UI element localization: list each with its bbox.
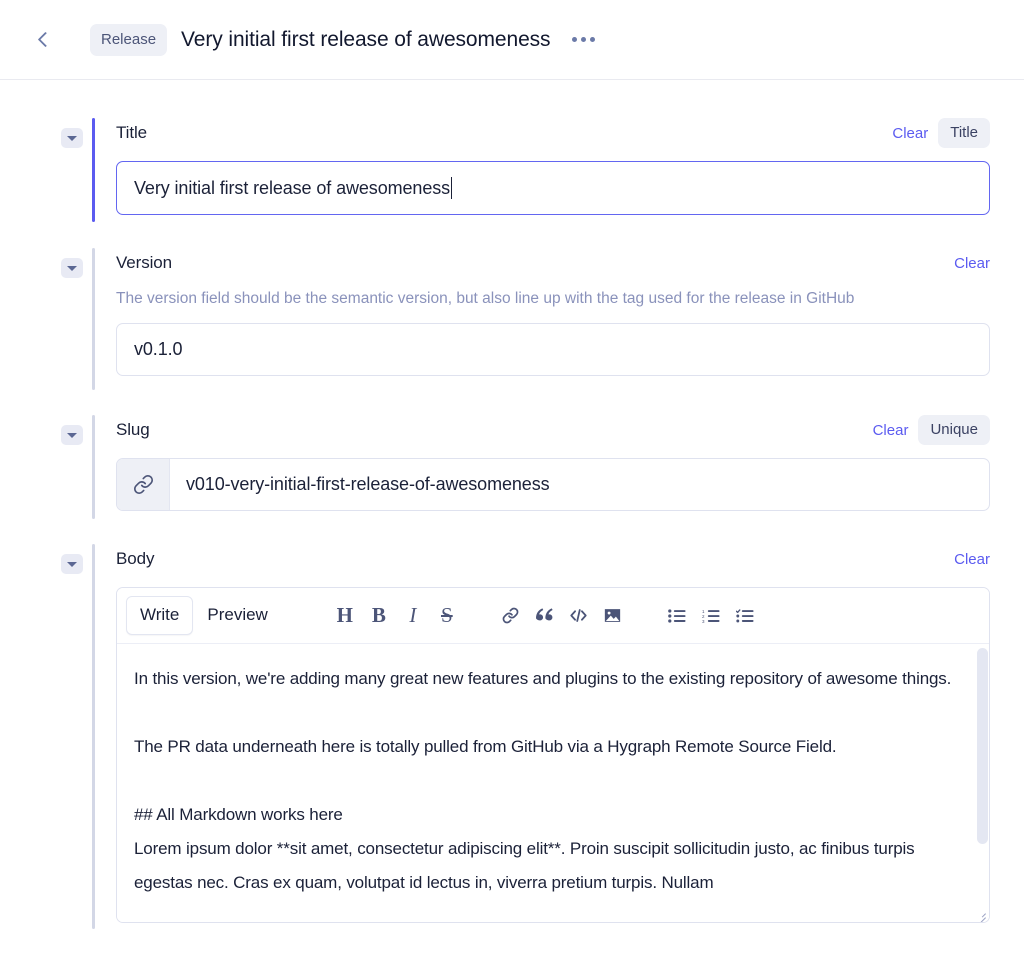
chevron-left-icon (37, 31, 53, 48)
bold-icon[interactable]: B (362, 599, 396, 633)
field-label-title: Title (116, 123, 147, 142)
field-slug: Slug Clear Unique v010-very-initial-firs… (0, 415, 1024, 519)
clear-body-link[interactable]: Clear (954, 551, 990, 568)
markdown-textarea-value: In this version, we're adding many great… (134, 669, 952, 892)
field-label-slug: Slug (116, 420, 150, 439)
slug-input-value: v010-very-initial-first-release-of-aweso… (186, 474, 550, 494)
checklist-icon[interactable] (728, 599, 762, 633)
text-caret (451, 177, 453, 199)
top-bar: Release Very initial first release of aw… (0, 0, 1024, 80)
code-icon[interactable] (562, 599, 596, 633)
caret-down-icon (67, 561, 77, 567)
collapse-toggle-title[interactable] (61, 128, 83, 148)
clear-version-link[interactable]: Clear (954, 255, 990, 272)
field-body: Body Clear Write Preview H B I S 1 2 3 I… (0, 544, 1024, 929)
caret-down-icon (67, 135, 77, 141)
title-input[interactable]: Very initial first release of awesomenes… (116, 161, 990, 215)
field-tag-title[interactable]: Title (938, 118, 990, 148)
italic-icon[interactable]: I (396, 599, 430, 633)
field-label-version: Version (116, 253, 173, 272)
link-icon[interactable] (494, 599, 528, 633)
numbered-list-icon[interactable]: 1 2 3 (694, 599, 728, 633)
clear-slug-link[interactable]: Clear (873, 422, 909, 439)
heading-icon[interactable]: H (328, 599, 362, 633)
back-button[interactable] (26, 23, 60, 57)
collapse-toggle-body[interactable] (61, 554, 83, 574)
image-icon[interactable] (596, 599, 630, 633)
ellipsis-icon-dot (572, 37, 578, 42)
markdown-scrollbar-thumb[interactable] (977, 648, 988, 844)
slug-input[interactable]: v010-very-initial-first-release-of-aweso… (116, 458, 990, 511)
version-input-value: v0.1.0 (134, 339, 183, 360)
markdown-scrollbar[interactable] (976, 644, 989, 922)
collapse-toggle-version[interactable] (61, 258, 83, 278)
svg-text:3: 3 (702, 618, 705, 622)
quote-icon[interactable] (528, 599, 562, 633)
tab-write[interactable]: Write (126, 596, 194, 635)
collapse-toggle-slug[interactable] (61, 425, 83, 445)
tab-preview[interactable]: Preview (193, 596, 281, 635)
caret-down-icon (67, 432, 77, 438)
ellipsis-icon-dot (590, 37, 596, 42)
link-icon[interactable] (117, 459, 170, 510)
caret-down-icon (67, 265, 77, 271)
page-title: Very initial first release of awesomenes… (181, 27, 551, 51)
markdown-textarea[interactable]: In this version, we're adding many great… (117, 644, 989, 922)
markdown-tool-group-lists: 1 2 3 (660, 599, 762, 633)
svg-text:1: 1 (702, 609, 705, 614)
ellipsis-icon-dot (581, 37, 587, 42)
field-version: Version Clear The version field should b… (0, 248, 1024, 390)
version-input[interactable]: v0.1.0 (116, 323, 990, 377)
title-input-value: Very initial first release of awesomenes… (134, 177, 451, 198)
more-options-button[interactable] (568, 29, 599, 50)
markdown-editor: Write Preview H B I S 1 2 3 In this vers… (116, 587, 990, 923)
field-description-version: The version field should be the semantic… (116, 290, 855, 307)
breadcrumb-model-pill[interactable]: Release (90, 23, 168, 56)
field-label-body: Body (116, 549, 155, 568)
clear-title-link[interactable]: Clear (892, 125, 928, 142)
strikethrough-icon[interactable]: S (430, 599, 464, 633)
entry-form: Title Clear Title Very initial first rel… (0, 80, 1024, 929)
bulleted-list-icon[interactable] (660, 599, 694, 633)
markdown-tool-group-text: H B I S (304, 599, 464, 633)
textarea-resize-handle[interactable] (975, 909, 986, 922)
markdown-toolbar: Write Preview H B I S 1 2 3 (117, 588, 989, 644)
markdown-tool-group-insert (494, 599, 630, 633)
field-title: Title Clear Title Very initial first rel… (0, 118, 1024, 222)
field-tag-slug[interactable]: Unique (918, 415, 990, 445)
